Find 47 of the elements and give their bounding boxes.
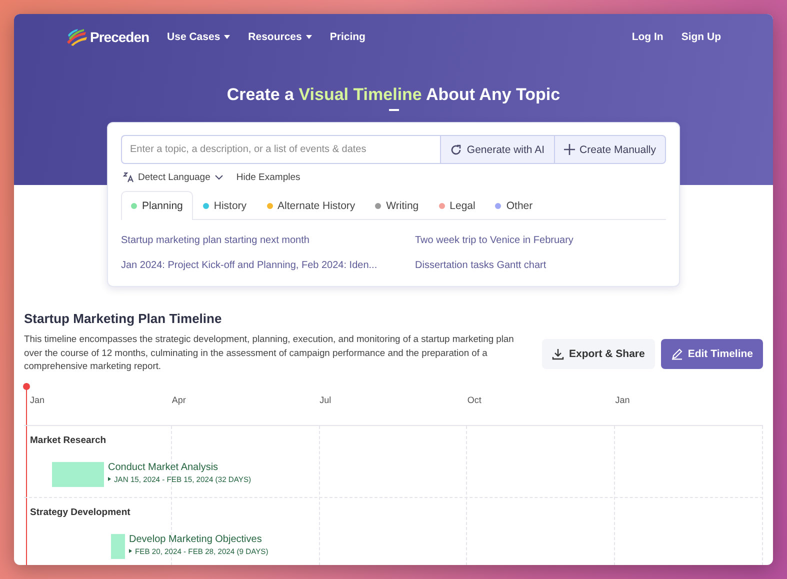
axis-label: Oct: [467, 394, 482, 407]
category-tab[interactable]: Other: [485, 191, 543, 220]
bullet-icon: [129, 549, 132, 554]
group-title: Strategy Development: [30, 506, 132, 518]
nav-link[interactable]: Use Cases: [167, 30, 230, 42]
example-link[interactable]: Two week trip to Venice in February: [415, 235, 666, 246]
event-name: Develop Marketing Objectives: [129, 534, 263, 545]
nav-link[interactable]: Log In: [632, 30, 664, 42]
create-button[interactable]: Create Manually: [554, 135, 666, 164]
logo-icon[interactable]: [66, 28, 88, 46]
example-link[interactable]: Jan 2024: Project Kick-off and Planning, Feb 2024: Iden...: [121, 260, 415, 271]
pencil-icon: [670, 348, 683, 360]
download-icon: [552, 348, 564, 360]
action-button[interactable]: Export & Share: [542, 338, 655, 369]
gantt-bar[interactable]: [111, 534, 125, 559]
axis-label: Jul: [320, 394, 332, 407]
hero-title: Create a Visual Timeline About Any Topic: [226, 85, 562, 105]
category-tab[interactable]: Planning: [121, 191, 193, 220]
event-name: Conduct Market Analysis: [108, 462, 220, 473]
axis-label: Apr: [172, 394, 187, 407]
nav-link[interactable]: Pricing: [330, 30, 366, 42]
logo-text[interactable]: Preceden: [90, 28, 150, 44]
gantt-bar[interactable]: [52, 462, 104, 487]
language-dropdown[interactable]: Detect Language: [138, 172, 224, 183]
topic-input[interactable]: Enter a topic, a description, or a list of events & dates: [121, 135, 440, 164]
refresh-icon: [450, 144, 462, 156]
hide-examples-link[interactable]: Hide Examples: [236, 172, 300, 183]
category-tab[interactable]: Writing: [365, 191, 429, 220]
bullet-icon: [108, 477, 111, 482]
create-button[interactable]: Generate with AI: [440, 135, 554, 164]
category-tab[interactable]: Legal: [428, 191, 486, 220]
axis-label: Jan: [29, 394, 46, 407]
example-link[interactable]: Startup marketing plan starting next month: [121, 235, 415, 246]
nav-link[interactable]: Resources: [248, 30, 312, 42]
action-button[interactable]: Edit Timeline: [660, 338, 763, 369]
timeline-title: Startup Marketing Plan Timeline: [24, 311, 223, 326]
plus-icon: [564, 144, 575, 155]
example-link[interactable]: Dissertation tasks Gantt chart: [415, 260, 666, 271]
translate-icon: [123, 172, 134, 183]
title-underline: [388, 109, 398, 111]
group-title: Market Research: [30, 434, 108, 446]
chevron-icon: [215, 175, 224, 180]
timeline-description: This timeline encompasses the strategic development, planning, execution, and monitoring of a startup marketing plan over the course of 12 months, culminating in the assessment of campaign performance and the preparation of a comprehensive marketing report.: [24, 332, 515, 373]
category-tab[interactable]: History: [192, 191, 257, 220]
axis-label: Jan: [615, 394, 631, 407]
nav-link[interactable]: Sign Up: [681, 30, 721, 42]
category-tab[interactable]: Alternate History: [256, 191, 366, 220]
